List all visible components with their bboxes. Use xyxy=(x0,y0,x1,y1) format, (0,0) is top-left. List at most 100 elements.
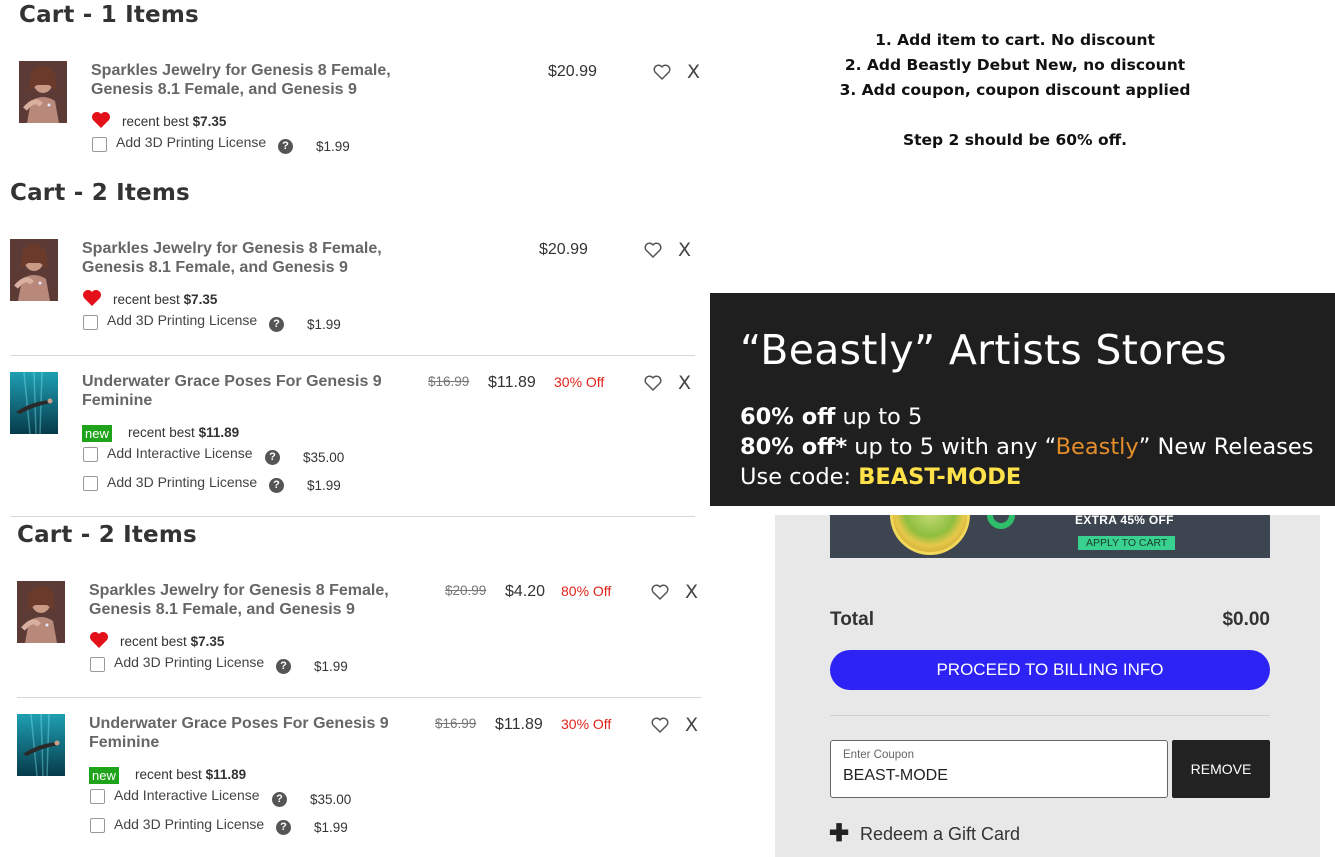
coin-graphic xyxy=(890,515,970,555)
item-divider xyxy=(17,697,702,698)
ring-graphic xyxy=(987,515,1015,529)
discount-label: 30% Off xyxy=(554,374,605,390)
help-icon[interactable]: ? xyxy=(272,792,287,807)
total-label: Total xyxy=(830,609,874,630)
license-label: Add 3D Printing License xyxy=(107,474,258,490)
woman-portrait-thumbnail[interactable] xyxy=(10,239,58,301)
product-name[interactable]: Sparkles Jewelry for Genesis 8 Female, G… xyxy=(82,239,447,277)
license-label: Add Interactive License xyxy=(107,445,253,461)
original-price: $16.99 xyxy=(435,716,477,731)
product-name[interactable]: Sparkles Jewelry for Genesis 8 Female, G… xyxy=(91,61,456,99)
redeem-gift-card-link[interactable]: Redeem a Gift Card xyxy=(860,824,1020,845)
promo-title: “Beastly” Artists Stores xyxy=(740,326,1227,374)
remove-item-button[interactable]: X xyxy=(685,581,698,603)
license-price: $35.00 xyxy=(303,450,345,465)
license-label: Add 3D Printing License xyxy=(114,816,265,832)
license-price: $1.99 xyxy=(307,317,341,332)
heart-icon xyxy=(83,290,101,306)
license-checkbox[interactable] xyxy=(83,315,98,330)
plus-icon[interactable]: ✚ xyxy=(829,822,849,846)
checkout-panel: EXTRA 45% OFF APPLY TO CART Total $0.00 … xyxy=(775,515,1320,857)
heart-outline-icon[interactable] xyxy=(650,715,670,735)
promo-text: EXTRA 45% OFF xyxy=(1075,515,1174,527)
cart-item: Sparkles Jewelry for Genesis 8 Female, G… xyxy=(17,581,707,691)
product-name[interactable]: Sparkles Jewelry for Genesis 8 Female, G… xyxy=(89,581,419,619)
help-icon[interactable]: ? xyxy=(265,450,280,465)
product-price: $20.99 xyxy=(539,241,588,258)
heart-outline-icon[interactable] xyxy=(650,582,670,602)
total-value: $0.00 xyxy=(1222,609,1270,630)
new-badge: new xyxy=(82,425,112,442)
license-price: $1.99 xyxy=(316,139,350,154)
cart-item: Sparkles Jewelry for Genesis 8 Female, G… xyxy=(10,239,700,349)
original-price: $20.99 xyxy=(445,583,487,598)
underwater-swimmer-thumbnail[interactable] xyxy=(10,372,58,434)
recent-best: recent best $11.89 xyxy=(128,425,240,440)
help-icon[interactable]: ? xyxy=(276,820,291,835)
cart-title: Cart - 1 Items xyxy=(19,2,199,28)
recent-best: recent best $7.35 xyxy=(122,114,227,129)
product-price: $11.89 xyxy=(495,716,543,733)
new-badge: new xyxy=(89,767,119,784)
discount-label: 80% Off xyxy=(561,583,612,599)
product-name[interactable]: Underwater Grace Poses For Genesis 9 Fem… xyxy=(82,372,447,410)
cart-title: Cart - 2 Items xyxy=(17,522,197,548)
promo-line-1: 60% off up to 5 xyxy=(740,404,923,430)
product-price: $11.89 xyxy=(488,374,536,391)
license-checkbox[interactable] xyxy=(83,447,98,462)
apply-to-cart-button[interactable]: APPLY TO CART xyxy=(1078,536,1176,550)
license-price: $1.99 xyxy=(314,820,348,835)
heart-outline-icon[interactable] xyxy=(652,62,672,82)
help-icon[interactable]: ? xyxy=(269,478,284,493)
cart-item: Sparkles Jewelry for Genesis 8 Female, G… xyxy=(19,61,709,171)
coupon-input[interactable]: Enter Coupon BEAST-MODE xyxy=(830,740,1168,798)
remove-item-button[interactable]: X xyxy=(678,239,691,261)
promo-code: BEAST-MODE xyxy=(858,464,1022,490)
step-line: 1. Add item to cart. No discount xyxy=(875,31,1155,49)
product-name[interactable]: Underwater Grace Poses For Genesis 9 Fem… xyxy=(89,714,454,752)
heart-outline-icon[interactable] xyxy=(643,373,663,393)
recent-best: recent best $11.89 xyxy=(135,767,247,782)
repro-steps: 1. Add item to cart. No discount 2. Add … xyxy=(800,28,1230,153)
item-divider xyxy=(10,355,695,356)
cart-item: Underwater Grace Poses For Genesis 9 Fem… xyxy=(10,372,700,502)
woman-portrait-thumbnail[interactable] xyxy=(17,581,65,643)
license-label: Add 3D Printing License xyxy=(116,134,267,150)
license-label: Add 3D Printing License xyxy=(114,654,265,670)
coupon-value[interactable]: BEAST-MODE xyxy=(843,767,948,785)
promo-line-3: Use code: BEAST-MODE xyxy=(740,464,1022,490)
license-checkbox[interactable] xyxy=(90,818,105,833)
heart-icon xyxy=(92,112,110,128)
step-line: 2. Add Beastly Debut New, no discount xyxy=(844,56,1186,74)
expected-result: Step 2 should be 60% off. xyxy=(902,131,1128,149)
discount-label: 30% Off xyxy=(561,716,612,732)
license-price: $1.99 xyxy=(307,478,341,493)
promo-banner[interactable]: EXTRA 45% OFF APPLY TO CART xyxy=(830,515,1270,558)
underwater-swimmer-thumbnail[interactable] xyxy=(17,714,65,776)
license-label: Add 3D Printing License xyxy=(107,312,258,328)
cart-item: Underwater Grace Poses For Genesis 9 Fem… xyxy=(17,714,707,844)
help-icon[interactable]: ? xyxy=(278,139,293,154)
license-checkbox[interactable] xyxy=(90,657,105,672)
coupon-placeholder: Enter Coupon xyxy=(843,749,914,761)
license-price: $35.00 xyxy=(310,792,352,807)
license-checkbox[interactable] xyxy=(92,137,107,152)
remove-item-button[interactable]: X xyxy=(685,714,698,736)
remove-coupon-button[interactable]: REMOVE xyxy=(1172,740,1270,798)
heart-outline-icon[interactable] xyxy=(643,240,663,260)
remove-item-button[interactable]: X xyxy=(678,372,691,394)
license-checkbox[interactable] xyxy=(90,789,105,804)
product-price: $20.99 xyxy=(548,63,597,80)
recent-best: recent best $7.35 xyxy=(120,634,225,649)
help-icon[interactable]: ? xyxy=(276,659,291,674)
help-icon[interactable]: ? xyxy=(269,317,284,332)
divider xyxy=(830,715,1270,716)
recent-best: recent best $7.35 xyxy=(113,292,218,307)
woman-portrait-thumbnail[interactable] xyxy=(19,61,67,123)
license-checkbox[interactable] xyxy=(83,476,98,491)
cart-divider xyxy=(10,516,695,517)
remove-item-button[interactable]: X xyxy=(687,61,700,83)
original-price: $16.99 xyxy=(428,374,470,389)
license-label: Add Interactive License xyxy=(114,787,260,803)
proceed-to-billing-button[interactable]: PROCEED TO BILLING INFO xyxy=(830,650,1270,690)
